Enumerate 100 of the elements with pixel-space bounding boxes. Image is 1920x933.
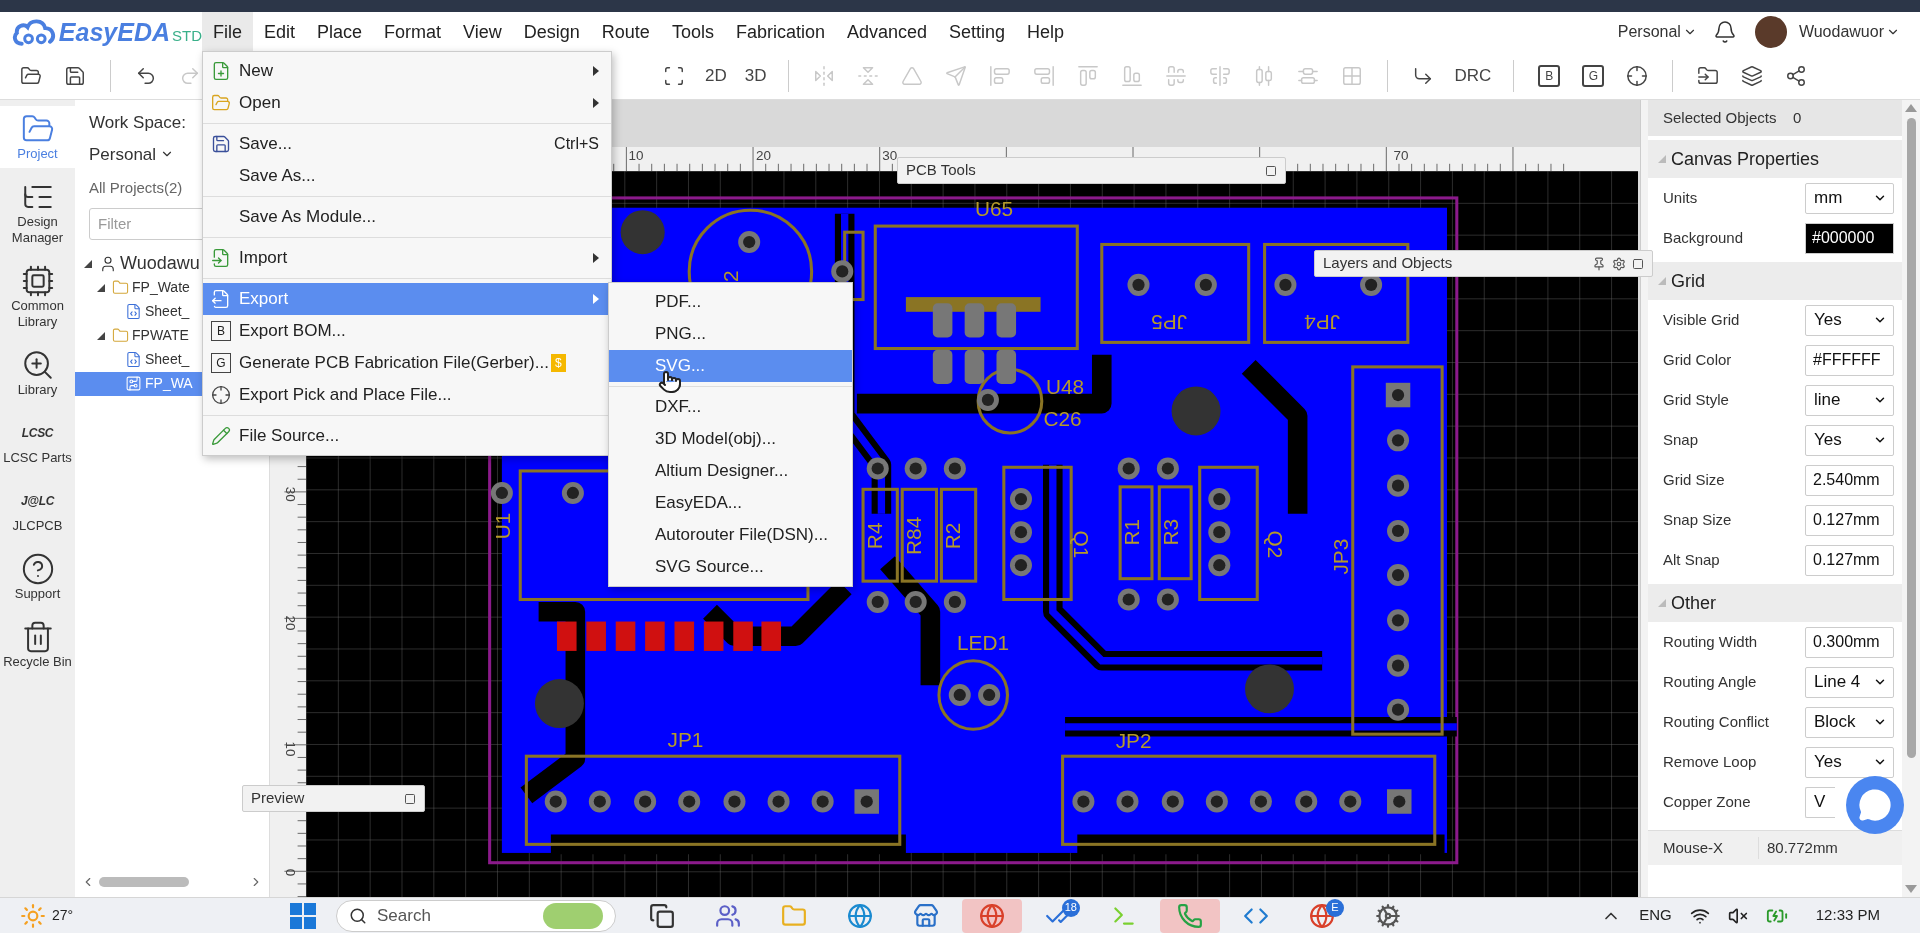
ruler-number: 20 [282, 615, 298, 631]
silkscreen-label: C26 [1043, 407, 1082, 431]
rail-item[interactable]: Project [0, 106, 75, 168]
user-menu[interactable]: Wuodawuor [1798, 20, 1900, 44]
rail-item[interactable]: LCSC LCSC Parts [0, 410, 75, 472]
menu-item[interactable]: Save... Ctrl+S [203, 128, 611, 160]
toolbar-button[interactable]: G [1576, 58, 1611, 93]
select-field[interactable]: mm [1805, 182, 1894, 214]
silkscreen-label: 2 [718, 270, 742, 283]
menu-item[interactable]: PNG... [609, 318, 852, 350]
menu-bar-item[interactable]: Fabrication [724, 12, 836, 52]
shortcut-hint: Ctrl+S [554, 134, 599, 154]
silkscreen-label: R84 [902, 516, 926, 555]
select-field[interactable]: Yes [1805, 304, 1894, 336]
select-field[interactable]: line [1805, 384, 1894, 416]
rail-item[interactable]: J@LC JLCPCB [0, 478, 75, 540]
section-header[interactable]: Canvas Properties [1648, 140, 1902, 178]
floating-panel-header[interactable]: Preview [242, 785, 425, 812]
ruler-number: 20 [756, 148, 771, 164]
taskbar-app[interactable]: 18 [1028, 898, 1088, 933]
select-field[interactable]: Yes [1805, 746, 1894, 778]
silkscreen-label: JP5 [1151, 310, 1188, 334]
property-label: Copper Zone [1663, 791, 1752, 812]
silkscreen-label: U1 [490, 512, 514, 540]
menu-bar-item[interactable]: Format [373, 12, 453, 52]
floating-panel-header[interactable]: Layers and Objects [1314, 250, 1653, 277]
silkscreen-label: JP4 [1304, 310, 1341, 334]
input-field[interactable]: 0.300mm [1805, 626, 1894, 658]
rail-item[interactable]: Design Manager [0, 174, 75, 252]
property-label: Grid Color [1663, 349, 1733, 370]
property-label: Routing Conflict [1663, 711, 1770, 732]
silkscreen-label: R1 [1120, 518, 1144, 546]
input-field[interactable]: 2.540mm [1805, 464, 1894, 496]
input-field[interactable]: #FFFFFF [1805, 344, 1894, 376]
property-label: Background [1663, 227, 1745, 248]
menu-bar-item[interactable]: Tools [660, 12, 725, 52]
rail-item[interactable]: Support [0, 546, 75, 608]
toolbar-button[interactable]: 2D [701, 58, 731, 93]
floating-panel-header[interactable]: PCB Tools [897, 157, 1286, 184]
select-field[interactable]: V [1805, 786, 1835, 818]
select-field[interactable]: Block [1805, 706, 1894, 738]
menu-bar-item[interactable]: Setting [938, 12, 1017, 52]
ruler-number: 30 [882, 148, 898, 164]
menu-item[interactable]: Altium Designer... [609, 455, 852, 487]
color-swatch-field[interactable]: #000000 [1805, 222, 1894, 254]
menu-bar-item[interactable]: File [202, 12, 253, 52]
edition-label: STD [172, 26, 202, 46]
workspace-label: Work Space: [89, 112, 187, 134]
menu-item[interactable]: PDF... [609, 286, 852, 318]
input-field[interactable]: 0.127mm [1805, 504, 1894, 536]
select-field[interactable]: Line 4 [1805, 666, 1894, 698]
rail-item[interactable]: Library [0, 342, 75, 404]
menu-bar-item[interactable]: Design [512, 12, 591, 52]
silkscreen-label: Q2 [1263, 530, 1287, 559]
menu-item[interactable]: New [203, 55, 611, 87]
toolbar-button[interactable]: DRC [1450, 58, 1496, 93]
rail-item[interactable]: Common Library [0, 258, 75, 336]
input-field[interactable]: 0.127mm [1805, 544, 1894, 576]
menu-bar-item[interactable]: View [452, 12, 513, 52]
ruler-number: 30 [282, 486, 298, 502]
toolbar-button[interactable]: 3D [740, 58, 771, 93]
clock-time[interactable]: 12:33 PM [1815, 904, 1880, 927]
letter-icon: G [211, 353, 231, 373]
property-label: Remove Loop [1663, 751, 1758, 772]
silkscreen-label: R2 [941, 522, 965, 550]
silkscreen-label: U48 [1045, 375, 1085, 399]
menu-item[interactable]: Open [203, 87, 611, 119]
toolbar-button[interactable]: B [1532, 58, 1567, 93]
section-header[interactable]: Grid [1648, 262, 1902, 300]
select-field[interactable]: Yes [1805, 424, 1894, 456]
language-indicator[interactable]: ENG [1639, 904, 1672, 927]
search-field[interactable]: Search [336, 899, 616, 932]
letter-icon: B [211, 321, 231, 341]
taskbar-app[interactable]: E [1292, 898, 1352, 933]
workspace-switcher[interactable]: Personal [1617, 20, 1697, 44]
menu-bar-item[interactable]: Advanced [835, 12, 938, 52]
silkscreen-label: JP3 [1329, 538, 1353, 575]
readout-value: 80.772mm [1758, 836, 1838, 860]
menu-item[interactable]: EasyEDA... [609, 487, 852, 519]
menu-item[interactable]: Autorouter File(DSN)... [609, 519, 852, 551]
menu-bar-item[interactable]: Place [306, 12, 374, 52]
selected-objects-label: Selected Objects [1663, 107, 1778, 128]
ruler-number: 10 [628, 148, 644, 164]
menu-item[interactable]: 3D Model(obj)... [609, 423, 852, 455]
silkscreen-label: Q1 [1070, 530, 1094, 559]
menu-bar-item[interactable]: Edit [253, 12, 307, 52]
menu-item[interactable]: SVG Source... [609, 551, 852, 583]
workspace-dropdown[interactable]: Personal [89, 141, 175, 167]
menu-bar-item[interactable]: Help [1016, 12, 1076, 52]
menu-bar-item[interactable]: Route [590, 12, 661, 52]
property-label: Routing Width [1663, 631, 1759, 652]
section-header[interactable]: Other [1648, 584, 1902, 622]
menu-item[interactable]: DXF... [609, 391, 852, 423]
project-count: All Projects(2) [89, 178, 184, 198]
property-label: Snap [1663, 429, 1700, 450]
property-label: Grid Size [1663, 469, 1726, 490]
rail-item[interactable]: Recycle Bin [0, 614, 75, 676]
property-label: Snap Size [1663, 509, 1733, 530]
ruler-number: 0 [282, 868, 298, 877]
property-label: Units [1663, 187, 1699, 208]
